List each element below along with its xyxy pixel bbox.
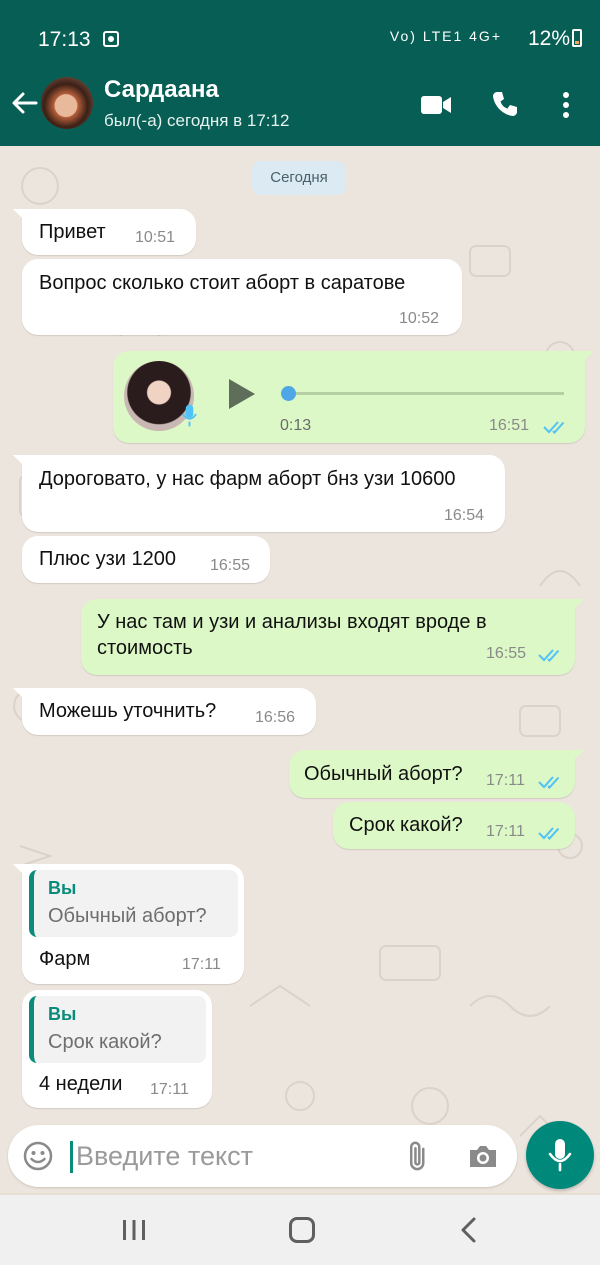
more-vert-icon[interactable] [557,90,575,120]
battery-indicator: 12% [528,27,582,51]
message-time: 17:11 [182,956,221,973]
date-divider: Сегодня [252,161,346,195]
quoted-message[interactable]: Вы Срок какой? [29,996,206,1063]
voice-record-button[interactable] [526,1121,594,1189]
message-text-line2: стоимость [97,637,193,659]
back-arrow-icon[interactable] [10,88,38,118]
message-text: Плюс узи 1200 [39,548,176,570]
contact-name[interactable]: Сардаана [104,76,219,104]
home-icon[interactable] [289,1217,315,1243]
double-tick-icon [538,827,560,840]
message-incoming[interactable]: Плюс узи 1200 16:55 [22,536,270,583]
message-text: 4 недели [39,1073,123,1095]
status-bar: 17:13 Vo) LTE1 4G+ 12% [0,0,600,66]
message-incoming[interactable]: Дороговато, у нас фарм аборт бнз узи 106… [13,455,505,532]
message-outgoing[interactable]: У нас там и узи и анализы входят вроде в… [81,599,584,675]
message-text: Фарм [39,948,91,970]
quote-text: Срок какой? [48,1031,162,1053]
camera-icon[interactable] [467,1141,499,1171]
status-time: 17:13 [38,28,91,51]
notification-icon [103,31,119,47]
mic-icon [548,1139,572,1172]
message-composer[interactable] [8,1125,517,1187]
message-time: 17:11 [486,823,525,840]
message-text: Дороговато, у нас фарм аборт бнз узи 106… [39,468,456,490]
system-nav-bar [0,1195,600,1265]
chat-area[interactable]: Сегодня Привет 10:51 Вопрос сколько стои… [0,146,600,1193]
reply-message-incoming[interactable]: Вы Обычный аборт? Фарм 17:11 [13,864,244,984]
video-call-icon[interactable] [420,93,452,117]
double-tick-icon [543,421,565,434]
message-outgoing[interactable]: Обычный аборт? 17:11 [289,750,584,798]
message-incoming[interactable]: Вопрос сколько стоит аборт в саратове 10… [22,259,462,335]
message-text: Привет [39,221,106,243]
quote-author: Вы [48,1004,77,1024]
message-text: Вопрос сколько стоит аборт в саратове [39,272,406,294]
message-time: 17:11 [486,772,525,789]
quoted-message[interactable]: Вы Обычный аборт? [29,870,238,937]
message-outgoing[interactable]: Срок какой? 17:11 [333,802,575,849]
message-text: Обычный аборт? [304,763,463,785]
message-text: Можешь уточнить? [39,700,217,722]
text-cursor [70,1141,73,1173]
voice-duration: 0:13 [280,417,312,434]
reply-message-incoming[interactable]: Вы Срок какой? 4 недели 17:11 [22,990,212,1108]
message-time: 10:51 [135,229,176,246]
message-incoming[interactable]: Привет 10:51 [13,209,196,255]
message-incoming[interactable]: Можешь уточнить? 16:56 [13,688,316,735]
message-time: 16:54 [444,507,485,524]
double-tick-icon [538,776,560,789]
phone-icon[interactable] [491,90,519,118]
message-time: 17:11 [150,1081,189,1098]
attach-icon[interactable] [403,1140,435,1172]
chat-header: Сардаана был(-а) сегодня в 17:12 [0,66,600,146]
message-time: 16:56 [255,709,296,726]
voice-message-outgoing[interactable]: 0:13 16:51 [113,351,594,443]
emoji-icon[interactable] [23,1141,53,1171]
message-text: Срок какой? [349,814,463,836]
last-seen-status: был(-а) сегодня в 17:12 [104,111,290,130]
battery-percent: 12% [527,27,570,50]
voice-progress-track[interactable] [281,386,564,401]
quote-author: Вы [48,878,77,898]
recent-apps-icon[interactable] [121,1217,147,1243]
message-input[interactable] [76,1137,396,1175]
network-indicator: Vo) LTE1 4G+ [389,28,502,44]
contact-avatar[interactable] [41,77,93,129]
message-time: 16:55 [210,557,251,574]
mic-icon [182,404,197,427]
nav-back-icon[interactable] [458,1217,480,1243]
quote-text: Обычный аборт? [48,905,207,927]
message-time: 16:55 [486,645,527,662]
voice-progress-knob[interactable] [281,386,296,401]
message-time: 16:51 [489,417,530,434]
battery-icon [572,29,582,47]
double-tick-icon [538,649,560,662]
message-text-line1: У нас там и узи и анализы входят вроде в [97,611,487,633]
play-icon[interactable] [227,377,257,411]
message-time: 10:52 [399,310,440,327]
